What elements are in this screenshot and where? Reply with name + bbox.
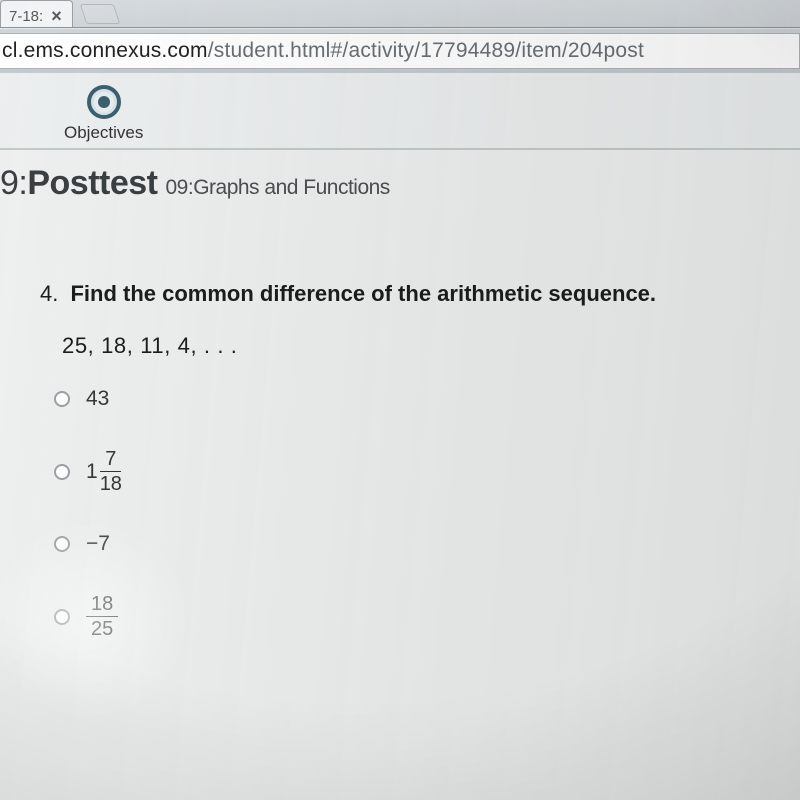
answer-options: 43 1 7 18 −7 18 25 <box>54 387 800 639</box>
page-subtitle: 09:Graphs and Functions <box>166 176 390 200</box>
fraction-numerator: 18 <box>86 594 118 617</box>
close-icon[interactable]: × <box>51 7 62 25</box>
fraction-denominator: 25 <box>91 617 113 639</box>
browser-tab[interactable]: 7-18: × <box>0 0 73 27</box>
target-icon <box>87 85 121 119</box>
radio-icon[interactable] <box>54 464 70 480</box>
title-prefix: 9: <box>0 164 27 203</box>
radio-icon[interactable] <box>54 536 70 552</box>
url-path: /student.html#/activity/17794489/item/20… <box>208 39 644 63</box>
tab-strip: 7-18: × <box>0 0 800 28</box>
new-tab-button[interactable] <box>79 4 119 24</box>
address-bar[interactable]: cl.ems.connexus.com/student.html#/activi… <box>0 33 800 69</box>
question-area: 4. Find the common difference of the ari… <box>0 229 800 639</box>
fraction-denominator: 18 <box>100 472 122 494</box>
question-stem: 4. Find the common difference of the ari… <box>40 281 800 307</box>
page-title: 9:Posttest 09:Graphs and Functions <box>0 164 800 203</box>
title-main: Posttest <box>27 164 157 203</box>
page-header: 9:Posttest 09:Graphs and Functions <box>0 150 800 229</box>
answer-option[interactable]: 43 <box>54 387 800 411</box>
option-mixed-number: 1 7 18 <box>86 449 122 494</box>
tab-title: 7-18: <box>9 8 43 25</box>
answer-option[interactable]: 18 25 <box>54 594 800 639</box>
objectives-label: Objectives <box>64 123 143 143</box>
answer-option[interactable]: 1 7 18 <box>54 449 800 494</box>
radio-icon[interactable] <box>54 609 70 625</box>
url-domain: cl.ems.connexus.com <box>2 39 208 63</box>
app-toolbar: Objectives <box>0 72 800 150</box>
home-icon <box>0 91 2 119</box>
fraction: 7 18 <box>100 449 122 494</box>
option-text: −7 <box>86 532 110 556</box>
question-prompt: Find the common difference of the arithm… <box>70 281 656 306</box>
answer-option[interactable]: −7 <box>54 532 800 556</box>
mixed-whole: 1 <box>86 460 98 484</box>
radio-icon[interactable] <box>54 391 70 407</box>
question-sequence: 25, 18, 11, 4, . . . <box>62 333 800 359</box>
question-number: 4. <box>40 281 58 306</box>
fraction: 18 25 <box>86 594 118 639</box>
fraction-numerator: 7 <box>100 449 121 472</box>
option-text: 43 <box>86 387 109 411</box>
objectives-toolbar-item[interactable]: Objectives <box>64 85 143 143</box>
home-toolbar-item[interactable] <box>0 91 2 137</box>
address-bar-row: cl.ems.connexus.com/student.html#/activi… <box>0 28 800 72</box>
browser-chrome: 7-18: × cl.ems.connexus.com/student.html… <box>0 0 800 72</box>
